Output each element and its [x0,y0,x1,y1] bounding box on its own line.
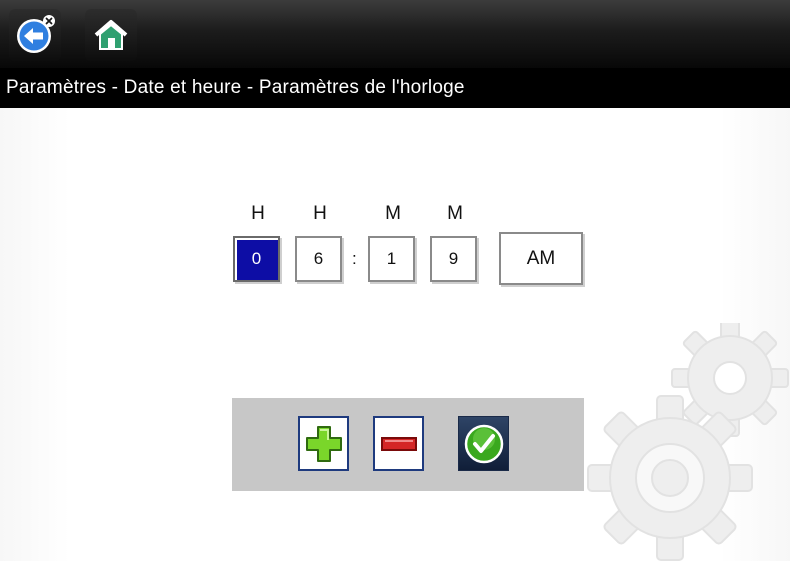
decrement-button[interactable] [373,416,424,471]
breadcrumb-title-bar: Paramètres - Date et heure - Paramètres … [0,68,790,108]
checkmark-icon [464,424,503,463]
top-toolbar [0,0,790,68]
increment-button[interactable] [298,416,349,471]
time-separator: : [352,249,357,268]
minus-icon [380,436,417,451]
hour-tens-digit[interactable]: 0 [233,236,280,282]
minute-tens-label: M [385,203,401,224]
home-icon [94,20,128,50]
back-button[interactable] [9,9,61,61]
am-pm-toggle[interactable]: AM [499,232,583,285]
hour-tens-label: H [251,203,265,224]
hour-ones-label: H [313,203,327,224]
back-arrow-icon [17,15,55,53]
clock-settings-panel: H H M M 0 6 : 1 9 AM [0,108,790,561]
minute-ones-label: M [447,203,463,224]
gear-watermark-icon [587,323,789,561]
control-button-bar [232,398,584,491]
minute-ones-digit[interactable]: 9 [430,236,477,282]
home-button[interactable] [85,9,137,61]
hour-ones-digit[interactable]: 6 [295,236,342,282]
plus-icon [305,425,342,462]
confirm-button[interactable] [458,416,509,471]
minute-tens-digit[interactable]: 1 [368,236,415,282]
page-title: Paramètres - Date et heure - Paramètres … [6,77,465,98]
